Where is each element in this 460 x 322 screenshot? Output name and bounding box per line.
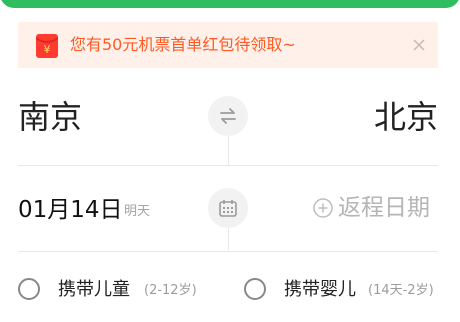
divider: [228, 228, 229, 250]
close-icon[interactable]: [410, 36, 428, 54]
swap-cities-button[interactable]: [208, 96, 248, 136]
svg-text:¥: ¥: [44, 43, 51, 56]
arrival-city[interactable]: 北京: [374, 97, 438, 137]
swap-arrows-icon: [220, 108, 236, 124]
promo-message: 您有50元机票首单红包待领取~: [70, 35, 296, 54]
calendar-icon: [219, 200, 237, 217]
divider: [228, 136, 229, 166]
infant-radio[interactable]: [244, 278, 266, 300]
red-envelope-icon: ¥: [36, 34, 58, 58]
child-radio[interactable]: [18, 278, 40, 300]
return-date-label: 返程日期: [338, 195, 430, 221]
add-circle-icon: [313, 198, 333, 218]
departure-date-note: 明天: [124, 204, 151, 219]
divider: [18, 251, 438, 252]
divider: [18, 165, 438, 166]
carry-infant-label: 携带婴儿: [284, 279, 356, 300]
top-accent-bar: [0, 0, 460, 8]
carry-child-label: 携带儿童: [58, 279, 130, 300]
promo-banner[interactable]: ¥ 您有50元机票首单红包待领取~: [18, 22, 438, 68]
calendar-button[interactable]: [208, 188, 248, 228]
return-date-button[interactable]: 返程日期: [312, 193, 438, 223]
flight-search-page: ¥ 您有50元机票首单红包待领取~ 南京 北京 01月14日 明天 返程日期 携…: [0, 0, 460, 322]
departure-date[interactable]: 01月14日: [18, 195, 123, 225]
departure-city[interactable]: 南京: [18, 97, 82, 137]
child-age-range: (2-12岁): [144, 283, 197, 298]
infant-age-range: (14天-2岁): [368, 283, 434, 298]
